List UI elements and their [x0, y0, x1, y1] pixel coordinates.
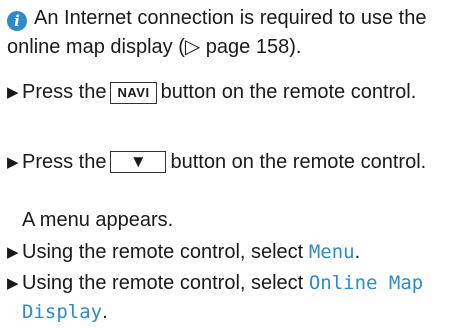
info-note: i An Internet connection is required to u… [7, 4, 462, 62]
menu-term-menu: Menu [308, 241, 355, 263]
step-text-after: button on the remote control. [160, 81, 417, 103]
navi-key-icon: NAVI [110, 82, 157, 104]
bullet-icon: ▶ [7, 84, 19, 101]
step-select-online-map: ▶ Using the remote control, select Onlin… [7, 269, 462, 327]
manual-page: i An Internet connection is required to u… [0, 0, 469, 329]
step-text-after: . [354, 241, 361, 263]
step-select-menu: ▶ Using the remote control, select Menu. [7, 238, 462, 267]
down-arrow-key-icon: ▼ [110, 151, 167, 173]
info-icon: i [7, 11, 27, 31]
step-text-before: Press the [22, 81, 107, 103]
bullet-icon: ▶ [7, 154, 19, 171]
step-press-down: ▶ Press the ▼ button on the remote control… [7, 148, 462, 177]
step-text-before: Using the remote control, select [22, 241, 304, 263]
info-note-text: An Internet connection is required to us… [7, 7, 427, 58]
step-text-after: . [102, 301, 108, 323]
step-text-before: Using the remote control, select [22, 272, 304, 294]
step-press-navi: ▶ Press the NAVI button on the remote cont… [7, 78, 462, 107]
step-result-text: A menu appears. [22, 209, 174, 231]
step-text-after: button on the remote control. [170, 151, 427, 173]
bullet-icon: ▶ [7, 244, 19, 261]
step-text-before: Press the [22, 151, 107, 173]
bullet-icon: ▶ [7, 275, 19, 292]
